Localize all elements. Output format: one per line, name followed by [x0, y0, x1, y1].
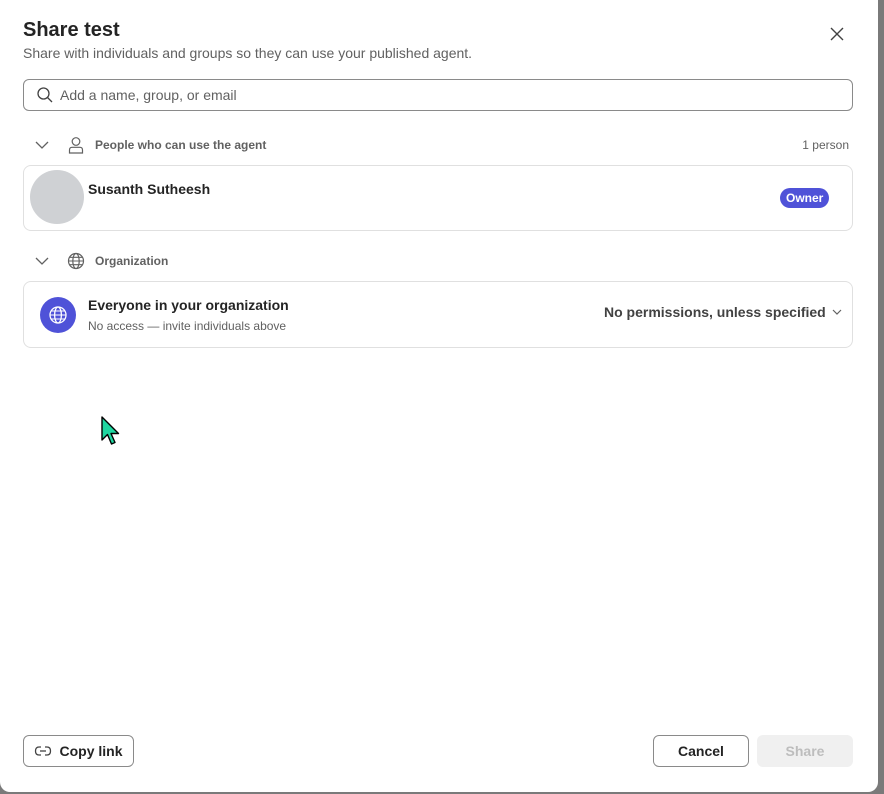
people-count: 1 person: [802, 138, 849, 152]
globe-icon: [49, 306, 67, 324]
dialog-subtitle: Share with individuals and groups so the…: [23, 45, 473, 61]
search-box[interactable]: [23, 79, 853, 111]
cancel-button[interactable]: Cancel: [653, 735, 749, 767]
permission-dropdown[interactable]: No permissions, unless specified: [604, 304, 844, 320]
permission-value: No permissions, unless specified: [604, 304, 826, 320]
org-description: No access — invite individuals above: [88, 319, 287, 333]
copy-link-button[interactable]: Copy link: [23, 735, 134, 767]
people-section-toggle[interactable]: [32, 135, 52, 155]
org-card: Everyone in your organization No access …: [23, 281, 853, 348]
chevron-down-icon: [832, 306, 844, 318]
chevron-down-icon: [35, 141, 49, 149]
org-section-toggle[interactable]: [32, 251, 52, 271]
org-globe-avatar: [40, 297, 76, 333]
share-button[interactable]: Share: [757, 735, 853, 767]
org-section-label: Organization: [95, 254, 169, 268]
avatar: [30, 170, 84, 224]
people-section-label: People who can use the agent: [95, 138, 267, 152]
owner-badge: Owner: [780, 188, 830, 208]
search-input[interactable]: [60, 87, 820, 103]
mouse-cursor-icon: [101, 416, 120, 445]
search-icon: [36, 86, 54, 104]
close-icon: [830, 27, 844, 41]
person-card: Susanth Sutheesh Owner: [23, 165, 853, 231]
org-section-header: Organization: [23, 249, 853, 273]
chevron-down-icon: [35, 257, 49, 265]
person-icon: [66, 135, 86, 155]
globe-icon: [66, 251, 86, 271]
dialog-title: Share test: [23, 19, 120, 41]
people-section-header: People who can use the agent 1 person: [23, 133, 853, 157]
share-dialog: Share test Share with individuals and gr…: [0, 0, 878, 792]
person-name: Susanth Sutheesh: [88, 181, 211, 197]
close-button[interactable]: [824, 21, 850, 47]
link-icon: [34, 742, 52, 760]
org-name: Everyone in your organization: [88, 297, 289, 313]
copy-link-label: Copy link: [59, 743, 123, 759]
